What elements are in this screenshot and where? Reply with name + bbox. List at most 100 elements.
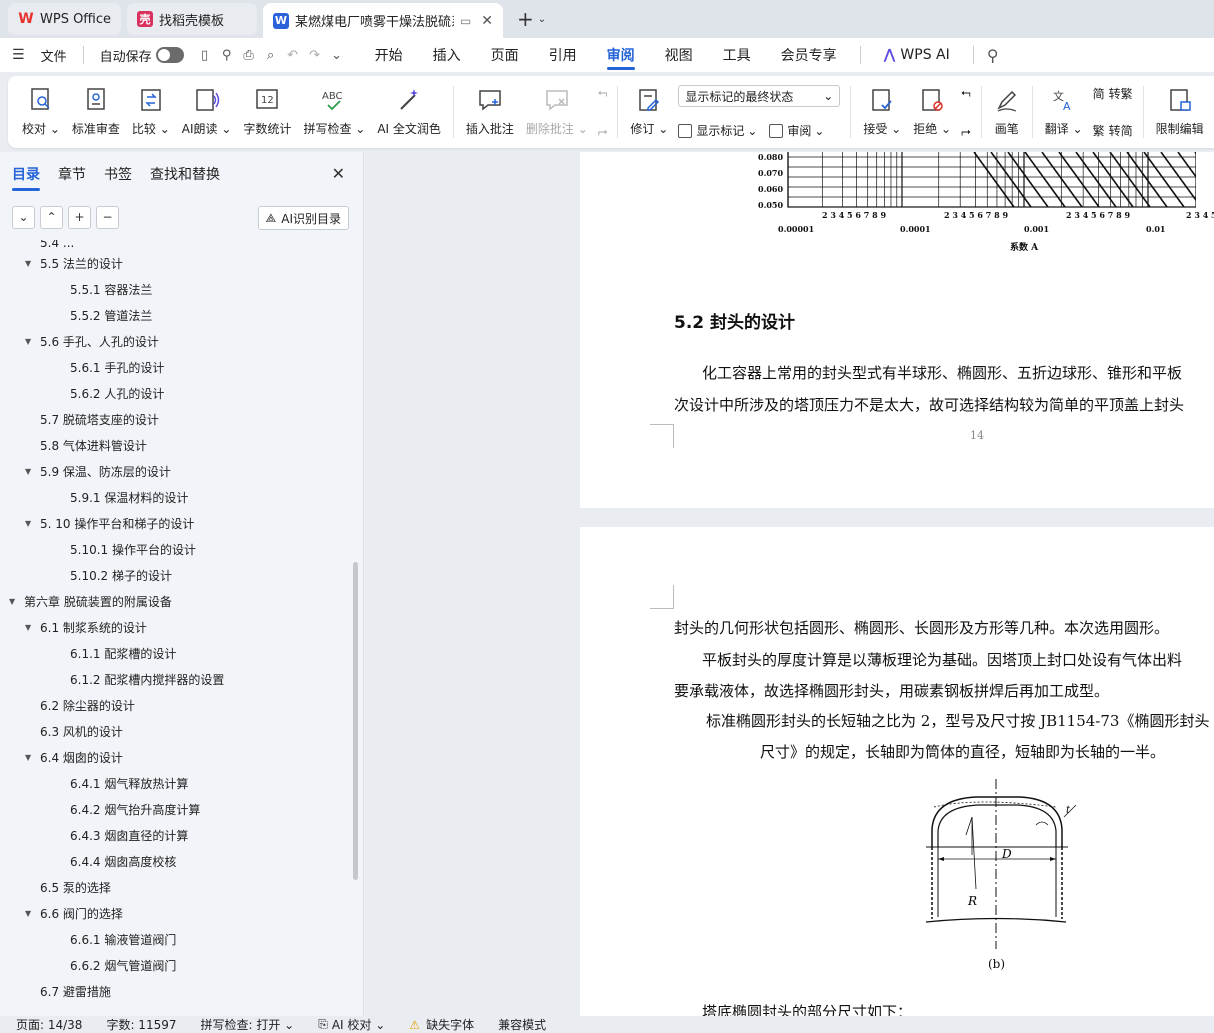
toc-item[interactable]: 5.4 ... bbox=[0, 240, 352, 250]
ai-read-button[interactable]: AI朗读 ⌄ bbox=[176, 82, 238, 142]
tab-current-document[interactable]: W 某燃煤电厂喷雾干燥法脱硫系 ▭ ✕ bbox=[263, 3, 504, 38]
hamburger-icon[interactable]: ☰ bbox=[12, 47, 25, 63]
share-icon[interactable]: ⚲ bbox=[216, 48, 238, 63]
spell-check-button[interactable]: ABC 拼写检查 ⌄ bbox=[297, 82, 371, 142]
toc-item[interactable]: 6.7 避雷措施 bbox=[0, 978, 352, 1004]
add-heading-icon[interactable]: + bbox=[68, 205, 91, 229]
expand-triangle-icon[interactable]: ▼ bbox=[25, 909, 37, 918]
toc-item[interactable]: 5.10.1 操作平台的设计 bbox=[0, 536, 352, 562]
tab-wps-office[interactable]: W WPS Office bbox=[8, 3, 122, 35]
toc-item[interactable]: 5.7 脱硫塔支座的设计 bbox=[0, 406, 352, 432]
tab-page[interactable]: 页面 bbox=[476, 38, 534, 72]
toc-item[interactable]: 6.3 风机的设计 bbox=[0, 718, 352, 744]
next-comment-icon[interactable]: ⮣ bbox=[598, 124, 608, 139]
close-pane-icon[interactable]: ✕ bbox=[332, 164, 345, 183]
toc-item[interactable]: ▼ 第六章 脱硫装置的附属设备 bbox=[0, 588, 352, 614]
toc-item[interactable]: 6.1.2 配浆槽内搅拌器的设置 bbox=[0, 666, 352, 692]
to-traditional-button[interactable]: 简转繁 bbox=[1093, 85, 1133, 102]
toc-item[interactable]: 6.1.1 配浆槽的设计 bbox=[0, 640, 352, 666]
toc-item[interactable]: 5.8 气体进料管设计 bbox=[0, 432, 352, 458]
nav-tab-bookmarks[interactable]: 书签 bbox=[104, 159, 132, 189]
toc-item[interactable]: 5.5.1 容器法兰 bbox=[0, 276, 352, 302]
tab-references[interactable]: 引用 bbox=[534, 38, 592, 72]
tab-home[interactable]: 开始 bbox=[360, 38, 418, 72]
ai-toc-button[interactable]: ⟁ AI识别目录 bbox=[257, 206, 349, 230]
delete-comment-button[interactable]: 删除批注 ⌄ bbox=[520, 82, 594, 142]
toc-item[interactable]: 6.4.4 烟囱高度校核 bbox=[0, 848, 352, 874]
toc-item[interactable]: ▼ 5. 10 操作平台和梯子的设计 bbox=[0, 510, 352, 536]
undo-icon[interactable]: ↶ bbox=[282, 48, 304, 63]
ai-proof-status[interactable]: ⎘ AI 校对 ⌄ bbox=[318, 1016, 385, 1033]
word-count-button[interactable]: 12 字数统计 bbox=[237, 82, 297, 142]
toc-item[interactable]: 6.4.3 烟囱直径的计算 bbox=[0, 822, 352, 848]
expand-triangle-icon[interactable]: ▼ bbox=[25, 753, 37, 762]
nav-tab-find-replace[interactable]: 查找和替换 bbox=[150, 159, 220, 189]
tab-view[interactable]: 视图 bbox=[650, 38, 708, 72]
nav-tab-sections[interactable]: 章节 bbox=[58, 159, 86, 189]
new-tab-button[interactable]: + ⌄ bbox=[509, 4, 554, 34]
tab-tools[interactable]: 工具 bbox=[708, 38, 766, 72]
toc-item[interactable]: ▼ 6.6 阀门的选择 bbox=[0, 900, 352, 926]
toc-item[interactable]: ▼ 5.9 保温、防冻层的设计 bbox=[0, 458, 352, 484]
nav-tab-toc[interactable]: 目录 bbox=[12, 159, 40, 191]
accept-button[interactable]: 接受 ⌄ bbox=[857, 82, 907, 142]
next-revision-icon[interactable]: ⮣ bbox=[961, 124, 971, 139]
print-icon[interactable]: ⎙ bbox=[238, 48, 260, 63]
tab-review[interactable]: 审阅 bbox=[592, 38, 650, 72]
chevron-down-icon[interactable]: ⌄ bbox=[538, 14, 546, 25]
previous-comment-icon[interactable]: ⮢ bbox=[598, 85, 608, 100]
tab-docer-templates[interactable]: 壳 找稻壳模板 bbox=[127, 3, 258, 35]
show-markup-button[interactable]: 显示标记 bbox=[696, 122, 744, 139]
reject-button[interactable]: 拒绝 ⌄ bbox=[907, 82, 957, 142]
toc-item[interactable]: 6.4.1 烟气释放热计算 bbox=[0, 770, 352, 796]
wps-ai-button[interactable]: ⋀ WPS AI bbox=[869, 38, 965, 72]
ai-polish-button[interactable]: AI 全文润色 bbox=[371, 82, 447, 142]
toc-item[interactable]: 5.5.2 管道法兰 bbox=[0, 302, 352, 328]
toc-item[interactable]: ▼ 6.1 制浆系统的设计 bbox=[0, 614, 352, 640]
collapse-up-icon[interactable]: ⌃ bbox=[40, 205, 63, 229]
remove-heading-icon[interactable]: − bbox=[96, 205, 119, 229]
spell-check-status[interactable]: 拼写检查: 打开 ⌄ bbox=[201, 1016, 295, 1033]
toc-item[interactable]: 6.2 除尘器的设计 bbox=[0, 692, 352, 718]
more-chevron-icon[interactable]: ⌄ bbox=[326, 48, 348, 63]
toc-item[interactable]: 5.6.2 人孔的设计 bbox=[0, 380, 352, 406]
revise-button[interactable]: 修订 ⌄ bbox=[624, 82, 674, 142]
proofread-button[interactable]: 校对 ⌄ bbox=[16, 82, 66, 142]
expand-triangle-icon[interactable]: ▼ bbox=[25, 259, 37, 268]
compare-button[interactable]: 比较 ⌄ bbox=[126, 82, 176, 142]
pen-button[interactable]: 画笔 bbox=[988, 82, 1026, 142]
expand-triangle-icon[interactable]: ▼ bbox=[25, 337, 37, 346]
expand-triangle-icon[interactable]: ▼ bbox=[25, 519, 37, 528]
expand-triangle-icon[interactable]: ▼ bbox=[25, 623, 37, 632]
toc-item[interactable]: ▼ 6.4 烟囱的设计 bbox=[0, 744, 352, 770]
toc-item[interactable]: 5.10.2 梯子的设计 bbox=[0, 562, 352, 588]
toc-item[interactable]: 6.6.1 输液管道阀门 bbox=[0, 926, 352, 952]
page-indicator[interactable]: 页面: 14/38 bbox=[16, 1016, 82, 1033]
toc-item[interactable]: 6.5 泵的选择 bbox=[0, 874, 352, 900]
standard-review-button[interactable]: 标准审查 bbox=[66, 82, 126, 142]
toc-item[interactable]: 5.9.1 保温材料的设计 bbox=[0, 484, 352, 510]
print-preview-icon[interactable]: ⌕ bbox=[260, 48, 282, 63]
markup-state-select[interactable]: 显示标记的最终状态 ⌄ bbox=[678, 85, 841, 107]
restrict-edit-button[interactable]: 限制编辑 bbox=[1150, 82, 1210, 142]
insert-comment-button[interactable]: 插入批注 bbox=[460, 82, 520, 142]
expand-triangle-icon[interactable]: ▼ bbox=[9, 597, 21, 606]
search-icon[interactable]: ⚲ bbox=[982, 46, 1004, 65]
toc-item[interactable]: ▼ 5.5 法兰的设计 bbox=[0, 250, 352, 276]
expand-down-icon[interactable]: ⌄ bbox=[12, 205, 35, 229]
toc-item[interactable]: 6.6.2 烟气管道阀门 bbox=[0, 952, 352, 978]
file-menu[interactable]: 文件 bbox=[33, 46, 75, 65]
to-simplified-button[interactable]: 繁转简 bbox=[1093, 122, 1133, 139]
toc-item[interactable]: 5.6.1 手孔的设计 bbox=[0, 354, 352, 380]
autosave-toggle[interactable] bbox=[155, 47, 184, 63]
toc-scrollbar[interactable] bbox=[353, 562, 358, 880]
toc-item[interactable]: ▼ 5.6 手孔、人孔的设计 bbox=[0, 328, 352, 354]
toc-item[interactable]: 6.4.2 烟气抬升高度计算 bbox=[0, 796, 352, 822]
expand-triangle-icon[interactable]: ▼ bbox=[25, 467, 37, 476]
screen-icon[interactable]: ▭ bbox=[460, 14, 471, 28]
review-pane-button[interactable]: 审阅 bbox=[787, 122, 811, 139]
previous-revision-icon[interactable]: ⮢ bbox=[961, 85, 971, 100]
translate-button[interactable]: 文A 翻译 ⌄ bbox=[1039, 82, 1089, 142]
redo-icon[interactable]: ↷ bbox=[304, 48, 326, 63]
tab-insert[interactable]: 插入 bbox=[418, 38, 476, 72]
